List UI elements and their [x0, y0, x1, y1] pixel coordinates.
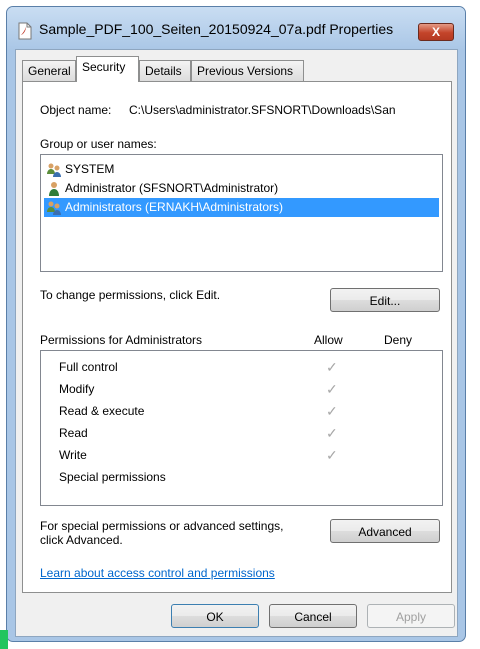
tab-security[interactable]: Security [76, 56, 139, 82]
permission-name: Modify [59, 382, 95, 396]
object-name-value: C:\Users\administrator.SFSNORT\Downloads… [129, 103, 396, 117]
group-names-label: Group or user names: [40, 137, 157, 151]
advanced-button[interactable]: Advanced [330, 519, 440, 543]
allow-check-icon: ✓ [326, 359, 338, 375]
allow-check-icon: ✓ [326, 425, 338, 441]
special-permissions-text-2: click Advanced. [40, 533, 123, 547]
user-name: SYSTEM [65, 162, 115, 176]
change-permissions-text: To change permissions, click Edit. [40, 288, 221, 302]
cancel-button[interactable]: Cancel [269, 604, 357, 628]
deny-header: Deny [384, 333, 413, 347]
ok-button-label: OK [206, 610, 224, 624]
tab-previous-versions[interactable]: Previous Versions [191, 60, 304, 81]
green-edge-marker [0, 630, 8, 649]
edit-button-label: Edit... [369, 294, 401, 308]
permissions-list[interactable]: Full control ✓ Modify ✓ Read & execute ✓… [40, 350, 443, 506]
pdf-file-icon [18, 22, 32, 40]
group-users-icon [47, 163, 61, 177]
allow-header: Allow [314, 333, 343, 347]
user-icon [49, 182, 59, 196]
list-item[interactable]: Administrators (ERNAKH\Administrators) [44, 198, 439, 217]
user-name: Administrators (ERNAKH\Administrators) [65, 200, 284, 214]
advanced-button-label: Advanced [358, 525, 412, 539]
apply-button[interactable]: Apply [367, 604, 455, 628]
tab-general[interactable]: General [22, 60, 76, 81]
permission-name: Read [59, 426, 88, 440]
permission-name: Write [59, 448, 87, 462]
window-title: Sample_PDF_100_Seiten_20150924_07a.pdf P… [39, 21, 394, 37]
ok-button[interactable]: OK [171, 604, 259, 628]
tab-label: Previous Versions [197, 64, 294, 78]
user-name: Administrator (SFSNORT\Administrator) [65, 181, 279, 195]
title-bar[interactable]: Sample_PDF_100_Seiten_20150924_07a.pdf P… [7, 7, 465, 51]
allow-check-icon: ✓ [326, 403, 338, 419]
special-permissions-text: For special permissions or advanced sett… [40, 519, 284, 533]
close-icon: X [431, 25, 440, 39]
permission-name: Full control [59, 360, 118, 374]
user-list[interactable]: SYSTEM Administrator (SFSNORT\Administra… [40, 154, 443, 272]
tab-label: General [28, 64, 71, 78]
list-item[interactable]: SYSTEM [44, 160, 439, 179]
security-tab-panel: Object name: C:\Users\administrator.SFSN… [22, 81, 452, 593]
permission-name: Read & execute [59, 404, 145, 418]
close-button[interactable]: X [418, 23, 454, 41]
tab-label: Security [82, 60, 126, 74]
edit-button[interactable]: Edit... [330, 288, 440, 312]
permissions-for-label: Permissions for Administrators [40, 333, 203, 347]
tab-details[interactable]: Details [139, 60, 191, 81]
list-item[interactable]: Administrator (SFSNORT\Administrator) [44, 179, 439, 198]
learn-more-link[interactable]: Learn about access control and permissio… [40, 566, 275, 580]
group-users-icon [47, 201, 61, 215]
properties-window: Sample_PDF_100_Seiten_20150924_07a.pdf P… [6, 6, 466, 642]
allow-check-icon: ✓ [326, 381, 338, 397]
cancel-button-label: Cancel [294, 610, 332, 624]
object-name-label: Object name: [40, 103, 112, 117]
dialog-client-area: General Security Details Previous Versio… [15, 49, 458, 637]
apply-button-label: Apply [395, 610, 427, 624]
allow-check-icon: ✓ [326, 447, 338, 463]
tab-label: Details [145, 64, 182, 78]
permission-name: Special permissions [59, 470, 166, 484]
